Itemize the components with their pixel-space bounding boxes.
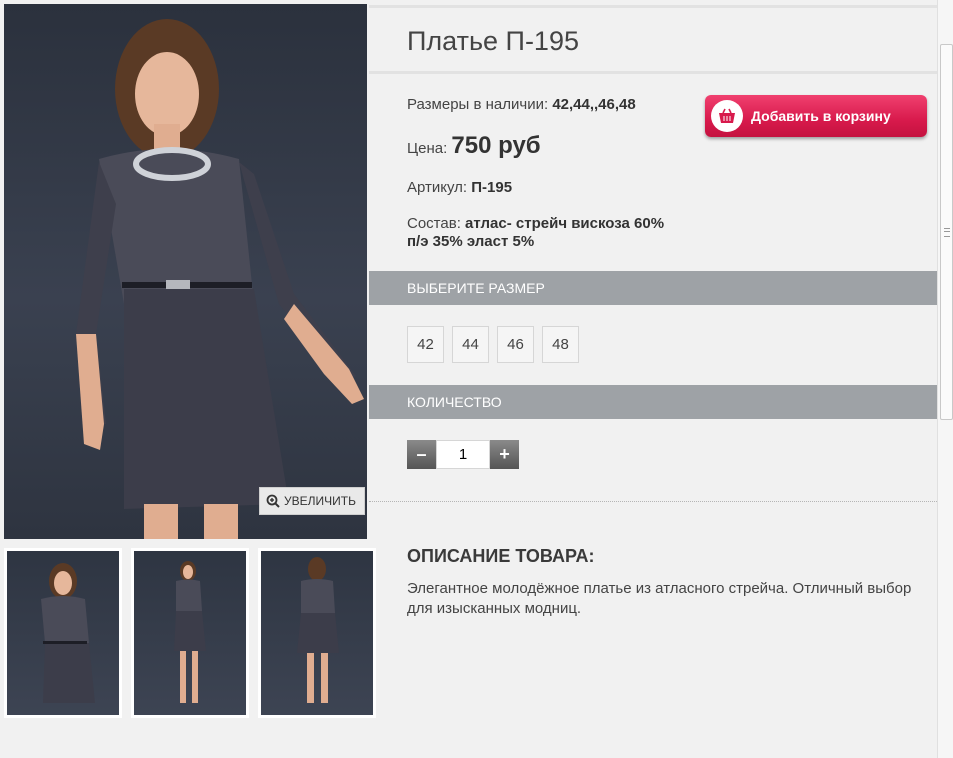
sku: Артикул: П-195 xyxy=(407,179,512,196)
thumbnail-3[interactable] xyxy=(258,548,376,718)
model-figure xyxy=(76,19,364,539)
product-title: Платье П-195 xyxy=(407,26,579,56)
decrement-button[interactable]: – xyxy=(407,440,436,469)
size-option-46[interactable]: 46 xyxy=(497,326,534,363)
price-value: 750 руб xyxy=(451,132,541,159)
add-to-cart-button[interactable]: Добавить в корзину xyxy=(705,95,927,137)
sku-label: Артикул: xyxy=(407,179,468,196)
zoom-in-icon xyxy=(266,494,280,508)
product-main-photo[interactable]: УВЕЛИЧИТЬ xyxy=(4,4,367,539)
zoom-label: УВЕЛИЧИТЬ xyxy=(284,494,356,508)
description-text: Элегантное молодёжное платье из атласног… xyxy=(407,580,912,617)
size-option-48[interactable]: 48 xyxy=(542,326,579,363)
thumbnail-figure xyxy=(297,557,339,703)
thumbnail-figure xyxy=(41,563,95,703)
quantity-input[interactable] xyxy=(436,440,490,469)
composition: Состав: атлас- стрейч вискоза 60% п/э 35… xyxy=(407,215,664,251)
scrollbar-thumb[interactable] xyxy=(940,44,953,420)
zoom-button[interactable]: УВЕЛИЧИТЬ xyxy=(259,487,365,515)
grip-icon xyxy=(944,228,950,237)
description-title: ОПИСАНИЕ ТОВАРА: xyxy=(407,546,595,566)
quantity-stepper: – + xyxy=(407,440,519,469)
sizes-available: Размеры в наличии: 42,44,,46,48 xyxy=(407,96,636,113)
scrollbar[interactable] xyxy=(937,0,953,758)
size-section-header: ВЫБЕРИТЕ РАЗМЕР xyxy=(369,271,937,305)
price: Цена: 750 руб xyxy=(407,132,541,160)
size-option-42[interactable]: 42 xyxy=(407,326,444,363)
composition-label: Состав: xyxy=(407,215,461,232)
divider xyxy=(369,501,937,502)
sizes-available-label: Размеры в наличии: xyxy=(407,96,549,113)
sizes-available-value: 42,44,,46,48 xyxy=(552,96,636,113)
increment-button[interactable]: + xyxy=(490,440,519,469)
basket-icon xyxy=(711,100,743,132)
thumbnail-strip xyxy=(4,548,376,718)
composition-value-line2: п/э 35% эласт 5% xyxy=(407,233,535,250)
size-option-44[interactable]: 44 xyxy=(452,326,489,363)
title-bar: Платье П-195 xyxy=(369,5,937,74)
thumbnail-figure xyxy=(174,561,206,703)
add-to-cart-label: Добавить в корзину xyxy=(751,108,891,124)
composition-value-line1: атлас- стрейч вискоза 60% xyxy=(465,215,665,232)
price-label: Цена: xyxy=(407,140,448,157)
quantity-section-header: КОЛИЧЕСТВО xyxy=(369,385,937,419)
product-details: Платье П-195 Размеры в наличии: 42,44,,4… xyxy=(369,0,937,758)
thumbnail-2[interactable] xyxy=(131,548,249,718)
thumbnail-1[interactable] xyxy=(4,548,122,718)
sku-value: П-195 xyxy=(471,179,513,196)
size-options: 42 44 46 48 xyxy=(407,326,579,363)
